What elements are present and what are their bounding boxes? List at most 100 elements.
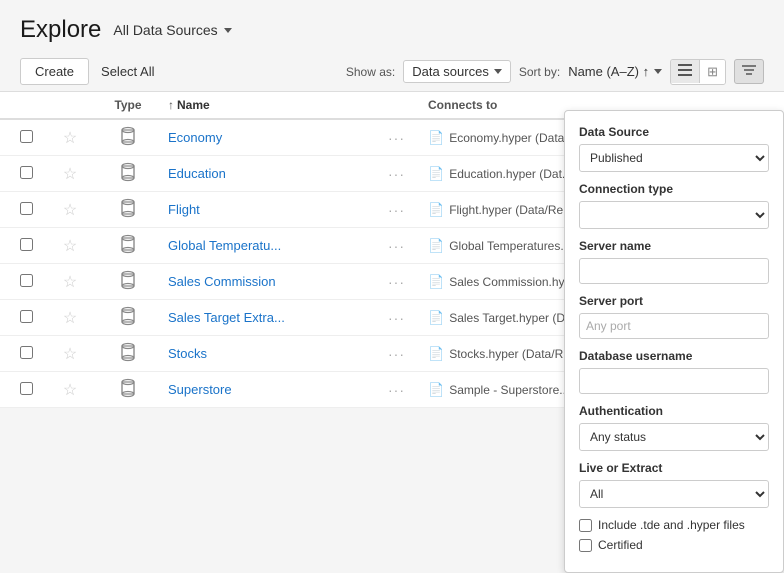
- connection-type-select[interactable]: [579, 201, 769, 229]
- row-star-cell[interactable]: ☆: [52, 344, 88, 364]
- sort-icon: ↑: [168, 98, 174, 112]
- row-star-cell[interactable]: ☆: [52, 272, 88, 292]
- toolbar-right: Show as: Data sources Sort by: Name (A–Z…: [346, 59, 764, 85]
- row-more[interactable]: ···: [388, 382, 428, 398]
- row-more[interactable]: ···: [388, 130, 428, 146]
- row-type-cell: [88, 198, 168, 221]
- select-all-button[interactable]: Select All: [101, 64, 154, 79]
- row-type-cell: [88, 162, 168, 185]
- row-more[interactable]: ···: [388, 310, 428, 326]
- row-name[interactable]: Sales Commission: [168, 274, 388, 289]
- row-more[interactable]: ···: [388, 238, 428, 254]
- row-name[interactable]: Flight: [168, 202, 388, 217]
- data-source-label: Data Source: [579, 125, 769, 139]
- sort-by-label: Sort by:: [519, 65, 560, 79]
- row-checkbox-cell[interactable]: [20, 202, 52, 218]
- row-checkbox[interactable]: [20, 382, 33, 395]
- connection-type-label: Connection type: [579, 182, 769, 196]
- certified-label[interactable]: Certified: [598, 538, 643, 552]
- show-as-value: Data sources: [412, 64, 489, 79]
- show-as-dropdown[interactable]: Data sources: [403, 60, 511, 83]
- row-more[interactable]: ···: [388, 166, 428, 182]
- row-type-cell: [88, 378, 168, 401]
- row-name[interactable]: Education: [168, 166, 388, 181]
- connects-value: Economy.hyper (Data...: [449, 131, 574, 145]
- server-name-input[interactable]: [579, 258, 769, 284]
- row-star-cell[interactable]: ☆: [52, 236, 88, 256]
- server-port-label: Server port: [579, 294, 769, 308]
- database-username-input[interactable]: [579, 368, 769, 394]
- cylinder-icon: [121, 162, 135, 182]
- row-star-cell[interactable]: ☆: [52, 308, 88, 328]
- datasource-label: All Data Sources: [113, 22, 217, 38]
- server-port-input[interactable]: [579, 313, 769, 339]
- row-checkbox[interactable]: [20, 202, 33, 215]
- row-more[interactable]: ···: [388, 202, 428, 218]
- row-type-cell: [88, 306, 168, 329]
- connects-value: Flight.hyper (Data/Re...: [449, 203, 573, 217]
- certified-checkbox[interactable]: [579, 539, 592, 552]
- filter-icon: [742, 64, 756, 76]
- chevron-down-icon: [494, 69, 502, 74]
- row-name[interactable]: Global Temperatu...: [168, 238, 388, 253]
- header-name-col[interactable]: ↑ Name: [168, 98, 388, 112]
- row-checkbox[interactable]: [20, 238, 33, 251]
- connects-value: Stocks.hyper (Data/R...: [449, 347, 573, 361]
- connects-value: Sales Commission.hy...: [449, 275, 573, 289]
- datasource-dropdown[interactable]: All Data Sources: [113, 22, 231, 38]
- certified-row: Certified: [579, 538, 769, 552]
- row-more[interactable]: ···: [388, 274, 428, 290]
- row-star-cell[interactable]: ☆: [52, 380, 88, 400]
- connects-value: Education.hyper (Dat...: [449, 167, 572, 181]
- row-star-cell[interactable]: ☆: [52, 164, 88, 184]
- row-name[interactable]: Sales Target Extra...: [168, 310, 388, 325]
- include-tde-row: Include .tde and .hyper files: [579, 518, 769, 532]
- include-tde-checkbox[interactable]: [579, 519, 592, 532]
- connects-value: Sample - Superstore....: [449, 383, 572, 397]
- cylinder-icon: [121, 126, 135, 146]
- server-name-label: Server name: [579, 239, 769, 253]
- row-star-cell[interactable]: ☆: [52, 200, 88, 220]
- live-or-extract-label: Live or Extract: [579, 461, 769, 475]
- include-tde-label[interactable]: Include .tde and .hyper files: [598, 518, 745, 532]
- file-icon: 📄: [428, 346, 444, 362]
- file-icon: 📄: [428, 202, 444, 218]
- row-name[interactable]: Economy: [168, 130, 388, 145]
- row-checkbox[interactable]: [20, 166, 33, 179]
- file-icon: 📄: [428, 274, 444, 290]
- create-button[interactable]: Create: [20, 58, 89, 85]
- file-icon: 📄: [428, 130, 444, 146]
- data-source-select[interactable]: Published All Certified: [579, 144, 769, 172]
- row-checkbox-cell[interactable]: [20, 238, 52, 254]
- row-checkbox[interactable]: [20, 130, 33, 143]
- grid-icon: ⊞: [707, 64, 718, 79]
- filter-button[interactable]: [734, 59, 764, 84]
- cylinder-icon: [121, 270, 135, 290]
- header-name-label: Name: [177, 98, 210, 112]
- row-checkbox-cell[interactable]: [20, 310, 52, 326]
- sort-by-dropdown[interactable]: Name (A–Z) ↑: [568, 64, 662, 79]
- row-checkbox-cell[interactable]: [20, 274, 52, 290]
- list-view-button[interactable]: [671, 60, 700, 83]
- grid-view-button[interactable]: ⊞: [700, 60, 725, 84]
- row-checkbox-cell[interactable]: [20, 346, 52, 362]
- file-icon: 📄: [428, 382, 444, 398]
- authentication-select[interactable]: Any status Username and password None: [579, 423, 769, 451]
- row-name[interactable]: Superstore: [168, 382, 388, 397]
- list-icon: [678, 64, 692, 76]
- header: Explore All Data Sources: [0, 0, 784, 52]
- row-checkbox-cell[interactable]: [20, 382, 52, 398]
- row-checkbox-cell[interactable]: [20, 166, 52, 182]
- toolbar: Create Select All Show as: Data sources …: [0, 52, 784, 92]
- row-star-cell[interactable]: ☆: [52, 128, 88, 148]
- row-more[interactable]: ···: [388, 346, 428, 362]
- row-checkbox-cell[interactable]: [20, 130, 52, 146]
- row-name[interactable]: Stocks: [168, 346, 388, 361]
- row-checkbox[interactable]: [20, 274, 33, 287]
- row-checkbox[interactable]: [20, 346, 33, 359]
- file-icon: 📄: [428, 310, 444, 326]
- row-checkbox[interactable]: [20, 310, 33, 323]
- file-icon: 📄: [428, 238, 444, 254]
- live-or-extract-select[interactable]: All Live Extract: [579, 480, 769, 508]
- view-toggle: ⊞: [670, 59, 726, 85]
